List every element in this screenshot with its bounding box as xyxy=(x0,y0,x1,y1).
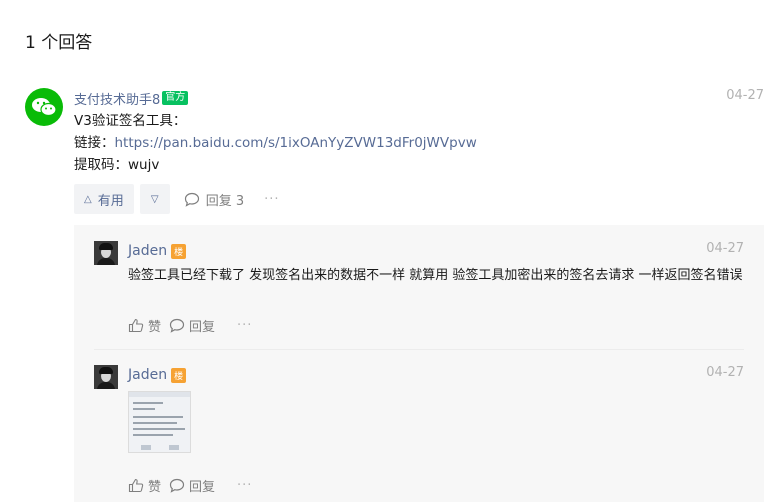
reply-to-reply-button[interactable]: 回复 xyxy=(169,316,215,335)
reply-label: 回复 xyxy=(189,319,216,335)
answer-line-link: 链接：https://pan.baidu.com/s/1ixOAnYyZVW13… xyxy=(74,132,764,154)
reply-author-name[interactable]: Jaden xyxy=(128,367,167,383)
floor-owner-badge: 楼 xyxy=(171,367,187,383)
answer-date: 04-27 xyxy=(726,88,764,103)
answer-content: V3验证签名工具： 链接：https://pan.baidu.com/s/1ix… xyxy=(74,110,764,176)
reply-date: 04-27 xyxy=(706,365,744,380)
like-label: 赞 xyxy=(148,319,162,335)
like-label: 赞 xyxy=(148,479,162,495)
reply-date: 04-27 xyxy=(706,241,744,256)
more-options-icon[interactable]: ··· xyxy=(264,192,279,207)
avatar[interactable] xyxy=(94,365,118,389)
useful-button[interactable]: △ 有用 xyxy=(74,184,134,214)
reply-label: 回复 xyxy=(189,479,216,495)
answer-action-bar: △ 有用 ▽ 回复 3 ··· xyxy=(74,184,764,214)
thumbs-up-icon xyxy=(128,478,144,492)
floor-owner-badge: 楼 xyxy=(171,243,187,259)
reply-action-bar: 赞 回复 ··· xyxy=(128,475,252,495)
answer-line-tool: V3验证签名工具： xyxy=(74,113,187,129)
download-link[interactable]: https://pan.baidu.com/s/1ixOAnYyZVW13dFr… xyxy=(115,135,477,151)
link-prefix: 链接： xyxy=(74,135,115,151)
answer-line-code: 提取码：wujv xyxy=(74,157,160,173)
answer-author-name[interactable]: 支付技术助手8 xyxy=(74,89,160,108)
reply-author-name[interactable]: Jaden xyxy=(128,243,167,259)
downvote-triangle-icon: ▽ xyxy=(150,193,159,205)
reply-action-bar: 赞 回复 ··· xyxy=(128,315,252,335)
divider xyxy=(94,349,744,350)
wechat-logo-icon xyxy=(25,88,63,126)
reply-to-reply-button[interactable]: 回复 xyxy=(169,476,215,495)
more-options-icon[interactable]: ··· xyxy=(237,478,252,493)
comment-bubble-icon xyxy=(169,478,185,493)
replies-container: Jaden 楼 04-27 验签工具已经下载了 发现签名出来的数据不一样 就算用… xyxy=(74,225,764,502)
downvote-button[interactable]: ▽ xyxy=(139,184,170,214)
reply-count-label: 回复 3 xyxy=(205,193,245,209)
like-button[interactable]: 赞 xyxy=(128,476,161,495)
comment-bubble-icon xyxy=(169,318,185,333)
answers-count-title: 1 个回答 xyxy=(25,33,93,53)
reply-text: 验签工具已经下载了 发现签名出来的数据不一样 就算用 验签工具加密出来的签名去请… xyxy=(128,268,743,283)
upvote-triangle-icon: △ xyxy=(84,193,92,205)
more-options-icon[interactable]: ··· xyxy=(237,318,252,333)
reply-author-line: Jaden 楼 xyxy=(128,365,187,385)
thumbs-up-icon xyxy=(128,318,144,332)
reply-author-line: Jaden 楼 xyxy=(128,241,187,261)
reply-button[interactable]: 回复 3 xyxy=(184,190,244,209)
screenshot-thumbnail[interactable] xyxy=(128,391,191,453)
like-button[interactable]: 赞 xyxy=(128,316,161,335)
official-badge: 官方 xyxy=(162,91,189,105)
comment-bubble-icon xyxy=(184,192,199,207)
avatar[interactable] xyxy=(94,241,118,265)
answer-author-line: 支付技术助手8 官方 xyxy=(74,88,764,108)
answer-body: 支付技术助手8 官方 04-27 V3验证签名工具： 链接：https://pa… xyxy=(74,88,764,214)
useful-label: 有用 xyxy=(97,193,124,209)
